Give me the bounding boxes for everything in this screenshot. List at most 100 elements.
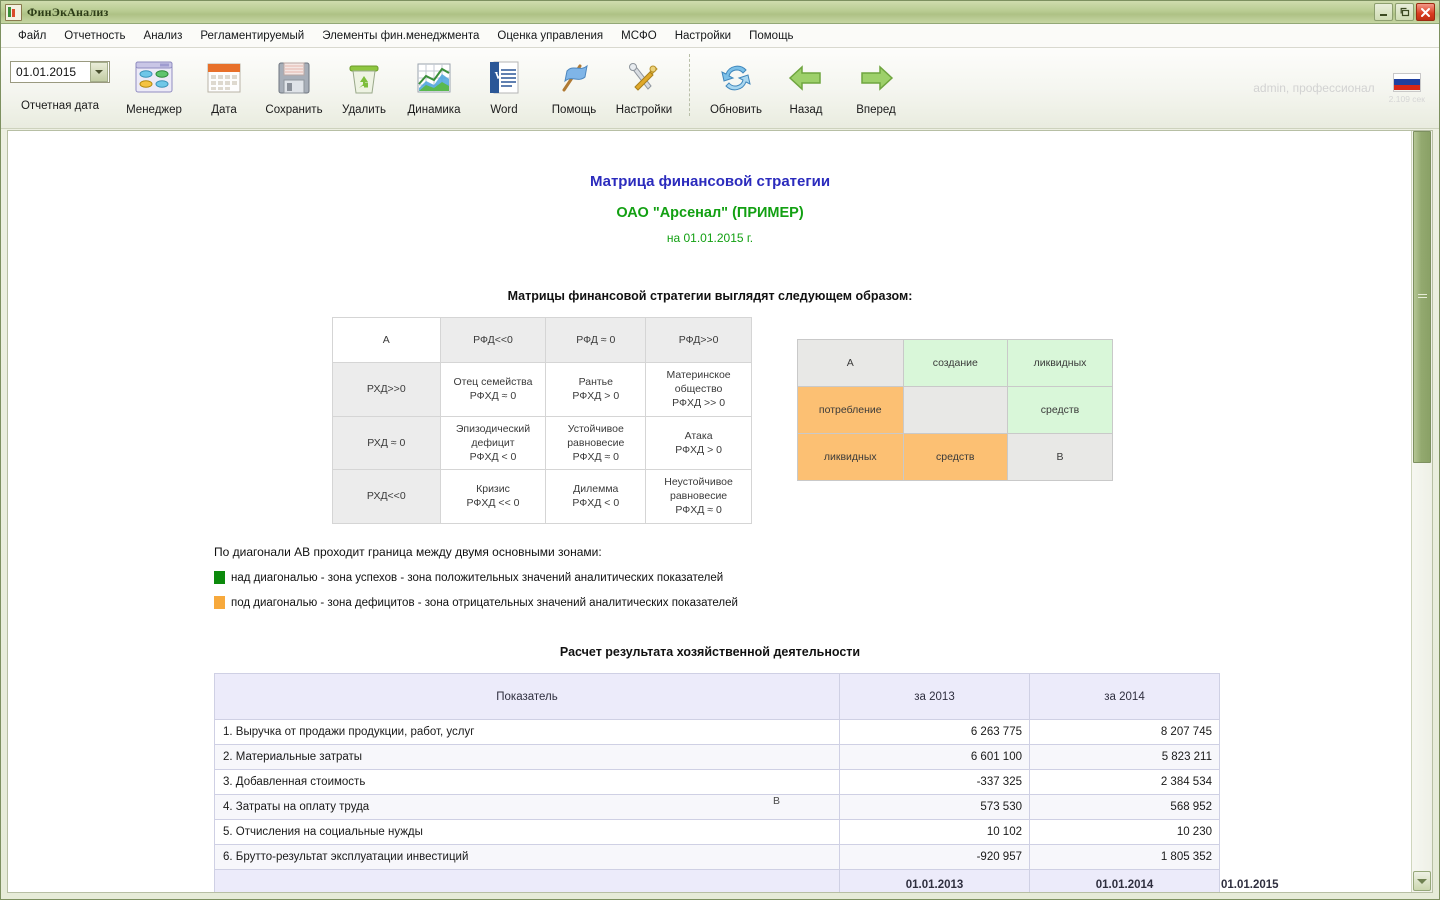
- toolbar-button-delete[interactable]: Удалить: [329, 48, 399, 116]
- matrices-section: А РФД<<0 РФД ≈ 0 РФД>>0 РХД>>0 Отец семе…: [8, 317, 1412, 807]
- render-time-label: 2.109 сек: [1388, 93, 1425, 104]
- menu-item-management-assessment[interactable]: Оценка управления: [488, 27, 612, 45]
- reporting-date-value: 01.01.2015: [16, 65, 77, 79]
- matrix-row-header-2: РХД<<0: [332, 469, 441, 524]
- legend-swatch-orange-icon: [214, 596, 225, 609]
- legend: По диагонали АВ проходит границa между д…: [214, 545, 1412, 609]
- toolbar-button-settings[interactable]: Настройки: [609, 48, 679, 116]
- vertical-scrollbar[interactable]: [1411, 131, 1432, 892]
- toolbar-button-back[interactable]: Назад: [771, 48, 841, 116]
- matrix-col-header-1: РФД ≈ 0: [545, 317, 647, 363]
- matrix-col-header-2: РФД>>0: [645, 317, 752, 363]
- scrollbar-thumb[interactable]: [1413, 131, 1431, 463]
- financial-strategy-matrix: А РФД<<0 РФД ≈ 0 РФД>>0 РХД>>0 Отец семе…: [332, 317, 752, 524]
- matrix-col-header-0: РФД<<0: [439, 317, 547, 363]
- economic-activity-table: Показатель за 2013 за 2014 1. Выручка от…: [214, 673, 1279, 892]
- zone-matrix-row: ликвидных средств В: [797, 433, 1113, 481]
- close-button[interactable]: [1416, 3, 1435, 21]
- chart-dynamics-icon: [412, 54, 456, 102]
- minimize-button[interactable]: [1374, 3, 1393, 21]
- table-row: 3. Добавленная стоимость -337 325 2 384 …: [214, 769, 1220, 795]
- zone-cell-0-1: создание: [902, 339, 1009, 387]
- row-value-2013: 573 530: [839, 794, 1030, 820]
- menu-item-regulated[interactable]: Регламентируемый: [191, 27, 313, 45]
- company-name: ОАО "Арсенал" (ПРИМЕР): [616, 205, 804, 221]
- matrix-corner-a: А: [332, 317, 441, 363]
- matrix-cell-1-0: Эпизодический дефицит РФХД < 0: [439, 415, 547, 471]
- matrix-row: РХД>>0 Отец семейства РФХД ≈ 0 Рантье РФ…: [332, 362, 752, 417]
- row-label: 3. Добавленная стоимость: [214, 769, 840, 795]
- matrix-cell-line1: Материнское: [666, 369, 731, 381]
- matrix-cell-line1b: равновесие: [567, 436, 625, 449]
- matrix-cell-line1: Отец семейства: [453, 376, 533, 389]
- matrix-cell-line2: РФХД < 0: [469, 450, 517, 463]
- maximize-button[interactable]: [1395, 3, 1414, 21]
- toolbar-label-back: Назад: [789, 104, 823, 116]
- row-value-2013: 6 263 775: [839, 719, 1030, 745]
- menu-item-analysis[interactable]: Анализ: [135, 27, 192, 45]
- matrix-cell-line1: Неустойчивое: [664, 476, 733, 489]
- matrix-cell-line2: РФХД ≈ 0: [572, 450, 619, 463]
- matrix-cell-0-0: Отец семейства РФХД ≈ 0: [439, 362, 547, 417]
- reporting-date-group: 01.01.2015 Отчетная дата: [1, 48, 119, 112]
- reporting-date-label: Отчетная дата: [20, 100, 100, 112]
- zone-cell-0-0: А: [797, 339, 904, 387]
- matrix-cell-line1: Дилемма: [573, 483, 619, 496]
- table-row: 6. Брутто-результат эксплуатации инвести…: [214, 844, 1220, 870]
- toolbar-button-word[interactable]: W Word: [469, 48, 539, 116]
- report-date: на 01.01.2015 г.: [666, 231, 754, 245]
- scroll-down-button[interactable]: [1413, 871, 1431, 891]
- zone-cell-2-1: средств: [902, 433, 1009, 481]
- toolbar-button-save[interactable]: Сохранить: [259, 48, 329, 116]
- toolbar-label-dynamics: Динамика: [407, 104, 461, 116]
- legend-title: По диагонали АВ проходит границa между д…: [214, 545, 602, 559]
- row-value-2014: 5 823 211: [1029, 744, 1220, 770]
- menu-item-ifrs[interactable]: МСФО: [612, 27, 666, 45]
- row-label: 6. Брутто-результат эксплуатации инвести…: [214, 844, 840, 870]
- matrix-header-row: А РФД<<0 РФД ≈ 0 РФД>>0: [332, 317, 752, 363]
- toolbar-label-refresh: Обновить: [709, 104, 763, 116]
- menu-item-reporting[interactable]: Отчетность: [55, 27, 134, 45]
- menu-item-settings[interactable]: Настройки: [666, 27, 740, 45]
- window-controls: [1374, 3, 1435, 21]
- calendar-icon: [202, 54, 246, 102]
- toolbar-label-forward: Вперед: [856, 104, 896, 116]
- row-label: 2. Материальные затраты: [214, 744, 840, 770]
- toolbar-button-date[interactable]: Дата: [189, 48, 259, 116]
- toolbar-divider: [689, 54, 691, 116]
- matrix-cell-1-2: Атака РФХД > 0: [645, 415, 752, 471]
- date-header-blank: [214, 869, 840, 892]
- row-value-2013: -920 957: [839, 844, 1030, 870]
- toolbar-button-help[interactable]: Помощь: [539, 48, 609, 116]
- title-bar: ФинЭкАнализ: [1, 1, 1439, 24]
- toolbar-button-manager[interactable]: Менеджер: [119, 48, 189, 116]
- flag-help-icon: [552, 54, 596, 102]
- legend-swatch-green-icon: [214, 571, 225, 584]
- reporting-date-select[interactable]: 01.01.2015: [10, 61, 110, 83]
- menu-bar: Файл Отчетность Анализ Регламентируемый …: [1, 24, 1439, 48]
- matrix-cell-line1: Устойчивое: [567, 422, 624, 435]
- matrix-corner-b: В: [773, 795, 781, 807]
- matrix-cell-line1b: общество: [674, 383, 723, 396]
- chevron-down-icon[interactable]: [90, 62, 108, 82]
- svg-text:W: W: [495, 70, 506, 82]
- window-title: ФинЭкАнализ: [27, 4, 109, 19]
- matrix-row: РХД<<0 Кризис РФХД << 0 Дилемма РФХД < 0…: [332, 469, 752, 524]
- matrix-cell-line2: РФХД << 0: [466, 497, 520, 510]
- matrix-cell-line2: РФХД ≈ 0: [675, 504, 722, 517]
- matrix-cell-line2: РФХД > 0: [675, 443, 722, 456]
- menu-item-help[interactable]: Помощь: [740, 27, 802, 45]
- toolbar-button-dynamics[interactable]: Динамика: [399, 48, 469, 116]
- menu-item-finmanagement[interactable]: Элементы фин.менеджмента: [313, 27, 488, 45]
- language-switcher[interactable]: 2.109 сек: [1388, 72, 1425, 104]
- content-area: Матрица финансовой стратегии ОАО "Арсена…: [7, 130, 1433, 893]
- table-row: 5. Отчисления на социальные нужды 10 102…: [214, 819, 1220, 845]
- row-value-2013: -337 325: [839, 769, 1030, 795]
- zone-cell-2-0: ликвидных: [797, 433, 904, 481]
- table-row: 1. Выручка от продажи продукции, работ, …: [214, 719, 1220, 745]
- toolbar-button-refresh[interactable]: Обновить: [701, 48, 771, 116]
- row-value-2014: 8 207 745: [1029, 719, 1220, 745]
- zone-cell-1-2: средств: [1007, 386, 1113, 434]
- menu-item-file[interactable]: Файл: [9, 27, 55, 45]
- toolbar-button-forward[interactable]: Вперед: [841, 48, 911, 116]
